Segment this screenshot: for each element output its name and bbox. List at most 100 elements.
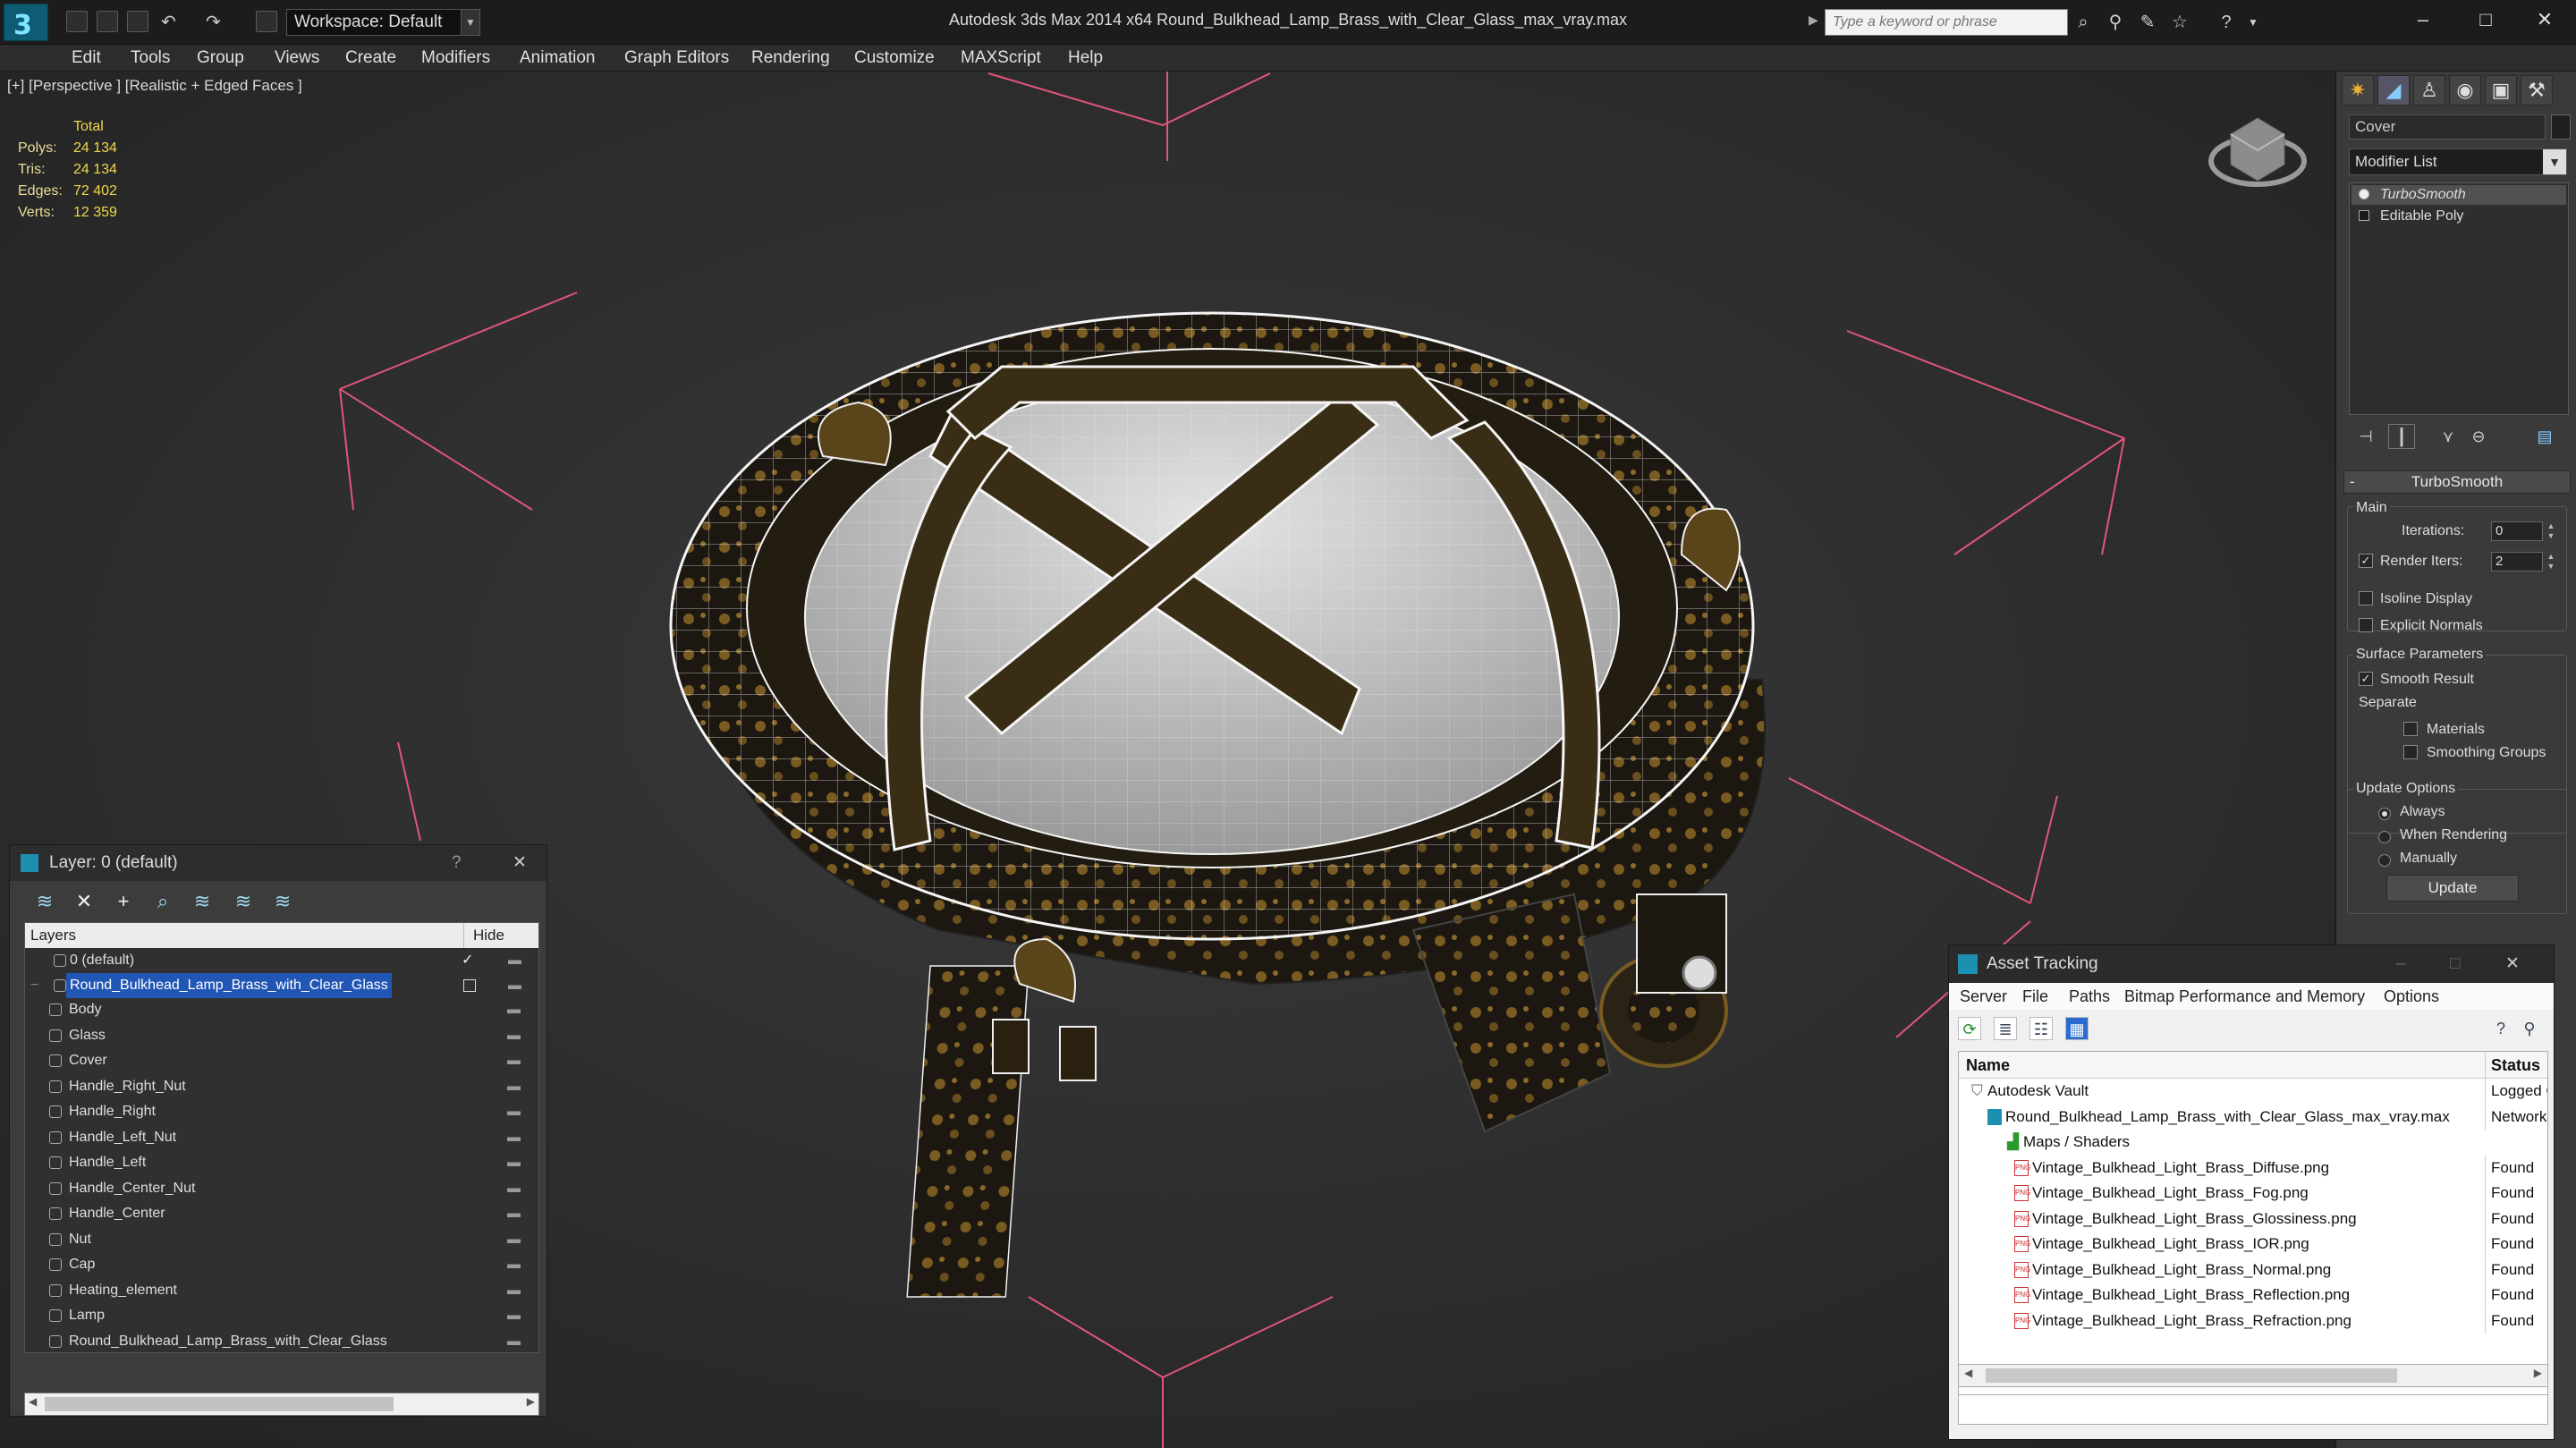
app-logo-button[interactable]: 3 [4, 4, 48, 41]
project-folder-icon[interactable] [256, 11, 277, 32]
layer-object-row[interactable]: Nut ▬ [24, 1227, 538, 1253]
stack-item-turbosmooth[interactable]: TurboSmooth [2351, 185, 2566, 205]
maximize-icon[interactable]: □ [2450, 945, 2460, 983]
minimize-button[interactable]: – [2397, 0, 2449, 39]
asset-table-horizontal-scrollbar[interactable]: ◀ ▶ [1958, 1364, 2548, 1387]
menu-server[interactable]: Server [1960, 983, 2007, 1010]
hide-toggle-icon[interactable]: ▬ [507, 1201, 521, 1226]
refresh-icon[interactable]: ⟳ [1958, 1017, 1981, 1040]
layer-object-row[interactable]: Body ▬ [24, 997, 538, 1023]
binoculars-icon[interactable]: ⌕ [2072, 11, 2095, 34]
layer-object-row[interactable]: Handle_Center ▬ [24, 1201, 538, 1227]
explicit-normals-checkbox[interactable] [2359, 618, 2373, 632]
configure-sets-icon[interactable]: ▤ [2531, 424, 2558, 449]
delete-layer-icon[interactable]: ✕ [71, 888, 97, 915]
make-unique-icon[interactable]: ⋎ [2435, 424, 2462, 449]
layer-object-row[interactable]: Handle_Left ▬ [24, 1150, 538, 1176]
scrollbar-thumb[interactable] [45, 1397, 394, 1411]
hide-column-header[interactable]: Hide [463, 923, 504, 948]
asset-row[interactable]: PNG Vintage_Bulkhead_Light_Brass_Refracti… [1959, 1308, 2547, 1334]
modify-tab-icon[interactable]: ◢ [2377, 75, 2410, 106]
stack-item-editable-poly[interactable]: Editable Poly [2351, 207, 2566, 226]
hide-toggle-icon[interactable]: ▬ [507, 1150, 521, 1175]
hide-toggle-icon[interactable]: ▬ [507, 1252, 521, 1277]
menu-bitmap-performance[interactable]: Bitmap Performance and Memory [2124, 983, 2365, 1010]
close-button[interactable]: ✕ [2519, 0, 2571, 39]
freeze-all-layers-icon[interactable]: ≋ [269, 888, 296, 915]
utilities-tab-icon[interactable]: ⚒ [2521, 75, 2553, 106]
menu-create[interactable]: Create [345, 45, 396, 72]
asset-row[interactable]: PNG Vintage_Bulkhead_Light_Brass_Glossine… [1959, 1206, 2547, 1232]
menu-paths[interactable]: Paths [2069, 983, 2110, 1010]
close-icon[interactable]: ✕ [513, 845, 527, 881]
hide-all-layers-icon[interactable]: ≋ [230, 888, 257, 915]
iterations-spinner[interactable]: 0 [2491, 521, 2543, 541]
menu-customize[interactable]: Customize [854, 45, 935, 72]
menu-help[interactable]: Help [1068, 45, 1103, 72]
communication-icon[interactable]: ✎ [2136, 11, 2159, 34]
layer-object-row[interactable]: Handle_Left_Nut ▬ [24, 1125, 538, 1151]
help-icon[interactable]: ? [2489, 1017, 2512, 1040]
hide-toggle-icon[interactable]: ▬ [507, 1048, 521, 1073]
show-end-result-icon[interactable]: ┃ [2388, 424, 2415, 449]
hide-toggle-icon[interactable]: ▬ [507, 1099, 521, 1124]
asset-row[interactable]: PNG Vintage_Bulkhead_Light_Brass_Normal.p… [1959, 1257, 2547, 1283]
layer-object-row[interactable]: Handle_Right_Nut ▬ [24, 1074, 538, 1100]
table-view-icon[interactable]: ▦ [2065, 1017, 2089, 1040]
open-file-icon[interactable] [97, 11, 118, 32]
minimize-icon[interactable]: – [2396, 945, 2406, 983]
layer-panel-title-bar[interactable]: Layer: 0 (default) ? ✕ [10, 845, 547, 881]
remove-modifier-icon[interactable]: ⊖ [2465, 424, 2492, 449]
object-name-field[interactable]: Cover [2349, 114, 2546, 140]
hide-toggle-icon[interactable]: ▬ [507, 1074, 521, 1099]
hide-toggle-icon[interactable]: ▬ [507, 1023, 521, 1048]
hide-toggle-icon[interactable]: ▬ [507, 1303, 521, 1328]
menu-edit[interactable]: Edit [72, 45, 101, 72]
new-layer-icon[interactable]: ≋ [31, 888, 58, 915]
menu-animation[interactable]: Animation [520, 45, 596, 72]
menu-views[interactable]: Views [275, 45, 319, 72]
lightbulb-icon[interactable] [2359, 189, 2369, 199]
layer-object-row[interactable]: Cap ▬ [24, 1252, 538, 1278]
highlight-layer-icon[interactable]: ≋ [189, 888, 216, 915]
add-to-layer-icon[interactable]: + [110, 888, 137, 915]
update-when-rendering-radio[interactable] [2378, 831, 2391, 843]
pin-stack-icon[interactable]: ⊣ [2352, 424, 2379, 449]
status-column-header[interactable]: Status [2485, 1052, 2540, 1079]
scrollbar-thumb[interactable] [1986, 1368, 2397, 1383]
name-column-header[interactable]: Name [1966, 1052, 2010, 1079]
help-icon[interactable]: ? [2215, 11, 2238, 34]
render-iters-spinner-arrows[interactable]: ▲ ▼ [2545, 552, 2557, 572]
turbosmooth-rollout-header[interactable]: - TurboSmooth [2343, 470, 2571, 494]
menu-graph-editors[interactable]: Graph Editors [624, 45, 729, 72]
hide-toggle-icon[interactable]: ▬ [507, 1278, 521, 1303]
list-view-icon[interactable]: ≣ [1994, 1017, 2017, 1040]
scroll-left-icon[interactable]: ◀ [1964, 1367, 1972, 1379]
expand-icon[interactable] [2359, 210, 2369, 221]
hide-toggle-icon[interactable]: ▬ [507, 997, 521, 1022]
display-tab-icon[interactable]: ▣ [2485, 75, 2517, 106]
layer-object-row[interactable]: Round_Bulkhead_Lamp_Brass_with_Clear_Gla… [24, 1329, 538, 1355]
smooth-result-checkbox[interactable]: ✓ [2359, 672, 2373, 686]
help-icon[interactable]: ? [452, 845, 462, 881]
menu-options[interactable]: Options [2384, 983, 2439, 1010]
save-file-icon[interactable] [127, 11, 148, 32]
layer-object-row[interactable]: Glass ▬ [24, 1023, 538, 1049]
update-manually-radio[interactable] [2378, 854, 2391, 867]
asset-row[interactable]: PNG Vintage_Bulkhead_Light_Brass_Diffuse.… [1959, 1155, 2547, 1181]
asset-row[interactable]: ⛉Autodesk Vault Logged Out [1959, 1079, 2547, 1105]
isoline-display-checkbox[interactable] [2359, 591, 2373, 605]
menu-rendering[interactable]: Rendering [751, 45, 830, 72]
iterations-spinner-arrows[interactable]: ▲ ▼ [2545, 521, 2557, 541]
create-tab-icon[interactable]: ✷ [2342, 75, 2374, 106]
render-iters-spinner[interactable]: 2 [2491, 552, 2543, 572]
layer-row-selected[interactable]: − Round_Bulkhead_Lamp_Brass_with_Clear_Gl… [25, 973, 538, 999]
close-icon[interactable]: ✕ [2505, 945, 2520, 983]
detail-view-icon[interactable]: ☷ [2029, 1017, 2053, 1040]
favorites-star-icon[interactable]: ☆ [2168, 11, 2191, 34]
asset-row[interactable]: PNG Vintage_Bulkhead_Light_Brass_Reflecti… [1959, 1283, 2547, 1308]
asset-tracking-title-bar[interactable]: Asset Tracking – □ ✕ [1949, 945, 2554, 983]
help-dropdown-icon[interactable]: ▼ [2241, 11, 2265, 34]
layer-object-row[interactable]: Handle_Right ▬ [24, 1099, 538, 1125]
asset-row[interactable]: Round_Bulkhead_Lamp_Brass_with_Clear_Gla… [1959, 1104, 2547, 1130]
